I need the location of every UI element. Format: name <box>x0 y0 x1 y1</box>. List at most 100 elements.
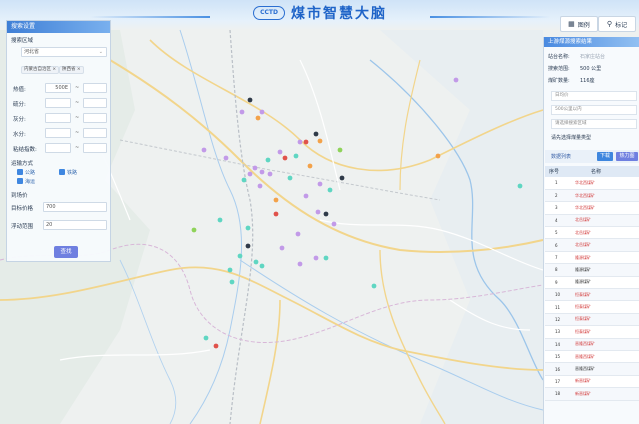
table-row[interactable]: 18 新晋煤矿 <box>545 387 639 401</box>
coal-mine-marker[interactable] <box>315 209 321 215</box>
param-max-input[interactable] <box>83 113 107 123</box>
coal-mine-marker[interactable] <box>247 97 253 103</box>
coal-mine-marker[interactable] <box>247 171 253 177</box>
coal-mine-marker[interactable] <box>273 197 279 203</box>
coal-mine-marker[interactable] <box>371 283 377 289</box>
coal-mine-marker[interactable] <box>293 153 299 159</box>
chevron-down-icon: ⌄ <box>98 49 103 55</box>
coal-mine-marker[interactable] <box>223 155 229 161</box>
coal-mine-marker[interactable] <box>339 175 345 181</box>
coal-mine-marker[interactable] <box>203 335 209 341</box>
table-row[interactable]: 1 华北西煤矿 <box>545 177 639 190</box>
table-row[interactable]: 4 北岳煤矿 <box>545 214 639 228</box>
region-select[interactable]: 河北省 ⌄ <box>21 47 107 57</box>
param-min-input[interactable]: 500E <box>45 83 71 93</box>
coal-mine-marker[interactable] <box>323 211 329 217</box>
marker-button[interactable]: ⚲ 标记 <box>598 16 636 32</box>
coal-mine-marker[interactable] <box>213 343 219 349</box>
table-row[interactable]: 2 华北西煤矿 <box>545 189 639 203</box>
table-row[interactable]: 3 华北西煤矿 <box>545 201 639 215</box>
coal-mine-marker[interactable] <box>313 131 319 137</box>
coal-mine-marker[interactable] <box>277 149 283 155</box>
coal-mine-marker[interactable] <box>331 221 337 227</box>
coal-mine-marker[interactable] <box>303 139 309 145</box>
param-max-input[interactable] <box>83 128 107 138</box>
table-row[interactable]: 9 隆源煤矿 <box>545 276 639 290</box>
coal-mine-marker[interactable] <box>327 187 333 193</box>
region-chip[interactable]: 内蒙古自治区 × <box>21 66 60 74</box>
coal-mine-marker[interactable] <box>257 183 263 189</box>
float-range-input[interactable]: 20 <box>43 220 107 230</box>
coal-mine-marker[interactable] <box>252 165 258 171</box>
coal-mine-marker[interactable] <box>201 147 207 153</box>
coal-mine-marker[interactable] <box>297 139 303 145</box>
coal-mine-marker[interactable] <box>245 225 251 231</box>
coal-mine-marker[interactable] <box>259 169 265 175</box>
table-row[interactable]: 13 恒泰煤矿 <box>545 325 639 339</box>
param-min-input[interactable] <box>45 143 71 153</box>
table-row[interactable]: 6 北岳煤矿 <box>545 238 639 252</box>
table-row[interactable]: 16 晋隆西煤矿 <box>545 362 639 376</box>
row-index: 2 <box>545 189 573 203</box>
table-row[interactable]: 7 隆源煤矿 <box>545 251 639 265</box>
download-button[interactable]: 下载 <box>597 152 613 161</box>
param-min-input[interactable] <box>45 128 71 138</box>
coal-mine-marker[interactable] <box>191 227 197 233</box>
transport-label: 运输方式 <box>11 161 34 167</box>
coal-mine-marker[interactable] <box>273 211 279 217</box>
table-row[interactable]: 10 恒泰煤矿 <box>545 288 639 302</box>
region-hint-input[interactable]: 请选择搜索区域 <box>551 119 637 129</box>
coal-mine-marker[interactable] <box>337 147 343 153</box>
table-row[interactable]: 11 恒泰煤矿 <box>545 300 639 314</box>
checkbox-rail[interactable] <box>59 169 65 175</box>
coal-mine-marker[interactable] <box>245 243 251 249</box>
param-max-input[interactable] <box>83 83 107 93</box>
table-row[interactable]: 12 恒泰煤矿 <box>545 313 639 327</box>
heatmap-button[interactable]: 热力图 <box>616 152 638 161</box>
legend-button[interactable]: ▦ 图例 <box>560 16 598 32</box>
coal-mine-marker[interactable] <box>259 109 265 115</box>
checkbox-sea[interactable] <box>17 178 23 184</box>
coal-mine-marker[interactable] <box>317 138 323 144</box>
coal-mine-marker[interactable] <box>323 255 329 261</box>
row-mine-name: 北岳煤矿 <box>573 214 639 228</box>
coal-mine-marker[interactable] <box>267 171 273 177</box>
table-row[interactable]: 14 晋隆西煤矿 <box>545 338 639 351</box>
table-row[interactable]: 15 晋隆西煤矿 <box>545 350 639 364</box>
coal-mine-marker[interactable] <box>229 279 235 285</box>
coal-mine-marker[interactable] <box>295 231 301 237</box>
region-chip[interactable]: 陕西省 × <box>59 66 84 74</box>
coal-mine-marker[interactable] <box>227 267 233 273</box>
coal-mine-marker[interactable] <box>241 177 247 183</box>
coal-mine-marker[interactable] <box>279 245 285 251</box>
coal-mine-marker[interactable] <box>517 183 523 189</box>
coal-mine-marker[interactable] <box>313 255 319 261</box>
checkbox-road[interactable] <box>17 169 23 175</box>
table-row[interactable]: 5 北岳煤矿 <box>545 226 639 240</box>
coal-mine-marker[interactable] <box>237 253 243 259</box>
coal-mine-marker[interactable] <box>217 217 223 223</box>
coal-mine-marker[interactable] <box>453 77 459 83</box>
query-button[interactable]: 查找 <box>54 246 78 258</box>
coal-mine-marker[interactable] <box>259 263 265 269</box>
param-min-input[interactable] <box>45 98 71 108</box>
table-row[interactable]: 8 隆源煤矿 <box>545 263 639 277</box>
param-max-input[interactable] <box>83 98 107 108</box>
coal-mine-marker[interactable] <box>265 157 271 163</box>
target-price-input[interactable]: 700 <box>43 202 107 212</box>
coal-mine-marker[interactable] <box>282 155 288 161</box>
coal-mine-marker[interactable] <box>317 181 323 187</box>
coal-mine-marker[interactable] <box>239 109 245 115</box>
coal-mine-marker[interactable] <box>297 261 303 267</box>
distance-input[interactable]: 500公里以内 <box>551 105 637 115</box>
param-max-input[interactable] <box>83 143 107 153</box>
coal-mine-marker[interactable] <box>303 193 309 199</box>
table-row[interactable]: 17 新晋煤矿 <box>545 375 639 389</box>
price-type-input[interactable]: 日均价 <box>551 91 637 101</box>
coal-mine-marker[interactable] <box>435 153 441 159</box>
coal-mine-marker[interactable] <box>253 259 259 265</box>
coal-mine-marker[interactable] <box>307 163 313 169</box>
coal-mine-marker[interactable] <box>287 175 293 181</box>
coal-mine-marker[interactable] <box>255 115 261 121</box>
param-min-input[interactable] <box>45 113 71 123</box>
